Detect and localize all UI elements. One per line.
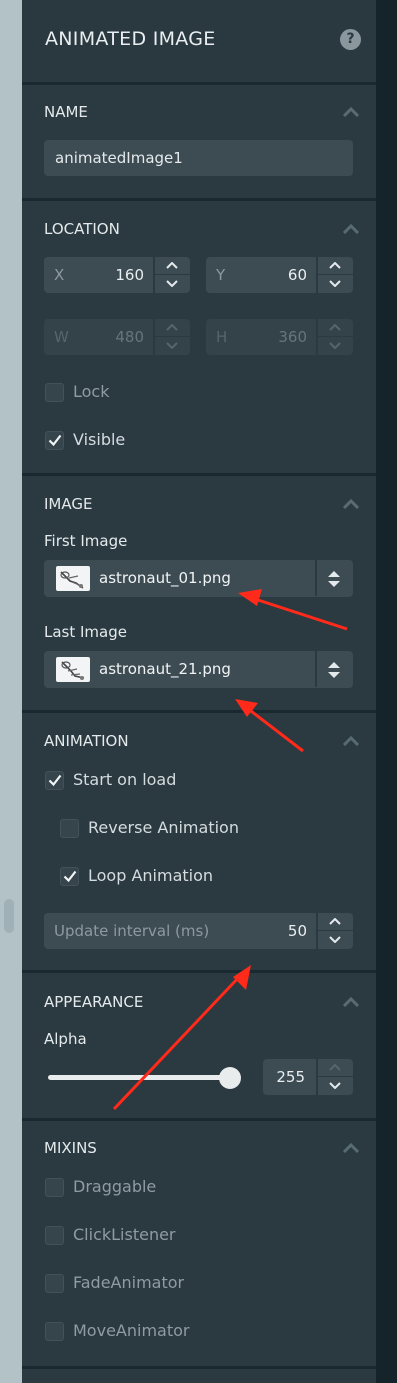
draggable-checkbox[interactable] <box>45 1178 64 1197</box>
loop-animation-checkbox[interactable] <box>60 867 79 886</box>
lock-label: Lock <box>73 382 110 401</box>
chevron-down-icon[interactable] <box>153 275 190 292</box>
last-image-filename: astronaut_21.png <box>99 660 231 678</box>
h-value: 360 <box>278 328 307 346</box>
section-title-location: LOCATION <box>44 220 120 238</box>
first-image-label: First Image <box>44 532 128 550</box>
update-interval-stepper[interactable] <box>316 913 353 949</box>
divider <box>22 473 376 476</box>
visible-label: Visible <box>73 430 126 449</box>
question-circle-icon[interactable]: ? <box>340 29 361 50</box>
panel-title: ANIMATED IMAGE <box>45 28 216 50</box>
updown-arrows-icon[interactable] <box>326 658 342 682</box>
name-input-value: animatedImage1 <box>55 149 183 167</box>
panel-header: ANIMATED IMAGE ? <box>22 0 376 82</box>
divider <box>22 1366 376 1369</box>
collapse-chevron-up-icon[interactable] <box>343 997 359 1007</box>
last-image-select[interactable]: astronaut_21.png <box>44 651 353 688</box>
visible-checkbox[interactable] <box>45 431 64 450</box>
w-value: 480 <box>115 328 144 346</box>
start-on-load-checkbox[interactable] <box>45 771 64 790</box>
w-stepper <box>153 319 190 355</box>
mixin-label: Draggable <box>73 1177 157 1196</box>
section-title-appearance: APPEARANCE <box>44 993 144 1011</box>
y-value: 60 <box>287 266 307 284</box>
alpha-stepper[interactable] <box>316 1059 353 1095</box>
checkmark-icon <box>48 774 62 787</box>
alpha-value: 255 <box>276 1068 305 1086</box>
left-panel-edge <box>0 0 22 1383</box>
checkmark-icon <box>63 870 77 883</box>
section-title-image: IMAGE <box>44 495 93 513</box>
divider <box>22 82 376 85</box>
collapse-chevron-up-icon[interactable] <box>343 224 359 234</box>
alpha-label: Alpha <box>44 1030 87 1048</box>
y-input[interactable]: Y 60 <box>206 257 353 293</box>
chevron-up-icon[interactable] <box>316 913 353 931</box>
loop-animation-label: Loop Animation <box>88 866 214 885</box>
chevron-up-icon <box>316 319 353 337</box>
w-label: W <box>54 328 69 346</box>
x-stepper[interactable] <box>153 257 190 293</box>
divider <box>22 970 376 973</box>
x-value: 160 <box>115 266 144 284</box>
section-title-animation: ANIMATION <box>44 732 129 750</box>
lock-checkbox[interactable] <box>45 383 64 402</box>
width-input: W 480 <box>44 319 190 355</box>
mixin-label: MoveAnimator <box>73 1321 190 1340</box>
y-label: Y <box>216 266 226 284</box>
updown-arrows-icon[interactable] <box>326 567 342 591</box>
mixin-label: ClickListener <box>73 1225 176 1244</box>
update-interval-input[interactable]: Update interval (ms) 50 <box>44 913 353 949</box>
collapse-chevron-up-icon[interactable] <box>343 107 359 117</box>
alpha-input[interactable]: 255 <box>263 1059 353 1095</box>
moveanimator-checkbox[interactable] <box>45 1322 64 1341</box>
chevron-down-icon[interactable] <box>316 275 353 292</box>
fadeanimator-checkbox[interactable] <box>45 1274 64 1293</box>
collapse-chevron-up-icon[interactable] <box>343 736 359 746</box>
chevron-up-icon[interactable] <box>153 257 190 275</box>
h-stepper <box>316 319 353 355</box>
chevron-up-icon <box>153 319 190 337</box>
first-image-select[interactable]: astronaut_01.png <box>44 560 353 597</box>
name-input[interactable]: animatedImage1 <box>44 140 353 176</box>
y-stepper[interactable] <box>316 257 353 293</box>
update-interval-label: Update interval (ms) <box>54 922 210 940</box>
divider <box>22 1118 376 1121</box>
chevron-down-icon <box>153 337 190 354</box>
reverse-animation-checkbox[interactable] <box>60 819 79 838</box>
mixin-label: FadeAnimator <box>73 1273 185 1292</box>
chevron-up-icon <box>316 1059 353 1077</box>
h-label: H <box>216 328 228 346</box>
clicklistener-checkbox[interactable] <box>45 1226 64 1245</box>
height-input: H 360 <box>206 319 353 355</box>
alpha-slider-track[interactable] <box>48 1075 228 1080</box>
resize-grip[interactable] <box>4 899 14 933</box>
collapse-chevron-up-icon[interactable] <box>343 1143 359 1153</box>
astronaut-thumbnail-icon <box>56 566 90 591</box>
section-title-mixins: MIXINS <box>44 1139 97 1157</box>
last-image-label: Last Image <box>44 623 127 641</box>
divider <box>22 198 376 201</box>
reverse-animation-label: Reverse Animation <box>88 818 239 837</box>
x-label: X <box>54 266 65 284</box>
astronaut-thumbnail-icon <box>56 657 90 682</box>
chevron-up-icon[interactable] <box>316 257 353 275</box>
first-image-filename: astronaut_01.png <box>99 569 231 587</box>
chevron-down-icon <box>316 337 353 354</box>
chevron-down-icon[interactable] <box>316 931 353 948</box>
update-interval-value: 50 <box>287 922 307 940</box>
chevron-down-icon[interactable] <box>316 1077 353 1094</box>
collapse-chevron-up-icon[interactable] <box>343 499 359 509</box>
right-scroll-gutter <box>376 0 397 1383</box>
x-input[interactable]: X 160 <box>44 257 190 293</box>
alpha-slider-handle[interactable] <box>219 1067 241 1089</box>
divider <box>22 710 376 713</box>
start-on-load-label: Start on load <box>73 770 177 789</box>
checkmark-icon <box>48 434 62 447</box>
section-title-name: NAME <box>44 103 88 121</box>
properties-panel: ANIMATED IMAGE ? NAME animatedImage1 LOC… <box>22 0 376 1383</box>
